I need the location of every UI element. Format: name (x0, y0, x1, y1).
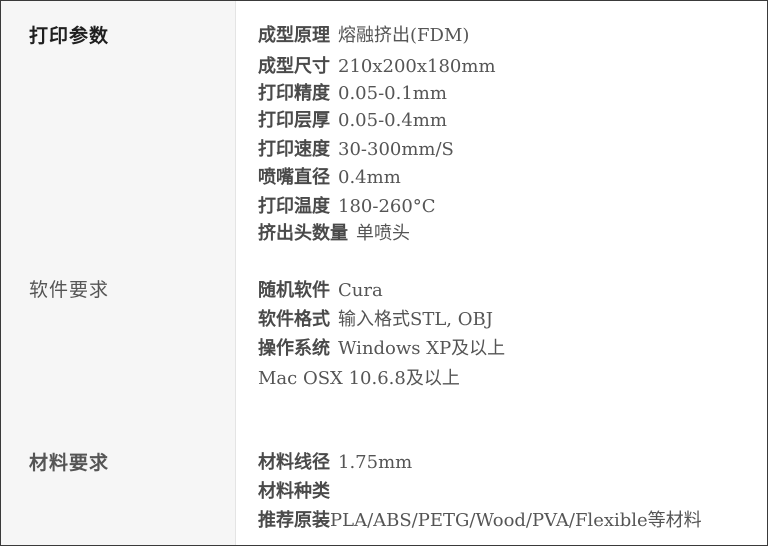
spec-value: Cura (338, 280, 383, 301)
spec-label: 成型尺寸 (258, 56, 330, 77)
spec-value: 0.05-0.4mm (338, 110, 447, 131)
heading-print-params: 打印参数 (29, 25, 110, 47)
spec-label: 软件格式 (258, 309, 330, 330)
spec-label: 挤出头数量 (258, 223, 348, 244)
spec-label: 成型原理 (258, 25, 330, 46)
spec-row-layer-thickness: 打印层厚 0.05-0.4mm (258, 110, 447, 132)
spec-value: 1.75mm (338, 452, 413, 473)
heading-software-req: 软件要求 (29, 279, 110, 301)
heading-material-req: 材料要求 (29, 452, 110, 474)
spec-label: 喷嘴直径 (258, 167, 330, 188)
spec-table: 打印参数 软件要求 材料要求 成型原理 熔融挤出(FDM) 成型尺寸 210x200… (0, 0, 768, 546)
spec-row-recommended-material: 推荐原装PLA/ABS/PETG/Wood/PVA/Flexible等材料 (258, 510, 702, 532)
spec-row-print-temperature: 打印温度 180-260°C (258, 196, 436, 218)
spec-row-extruder-count: 挤出头数量 单喷头 (258, 223, 410, 245)
spec-value: 180-260°C (338, 196, 436, 217)
spec-label: 打印速度 (258, 139, 330, 160)
spec-row-operating-system: 操作系统 Windows XP及以上 (258, 338, 505, 360)
spec-label: 打印层厚 (258, 110, 330, 131)
spec-value: 30-300mm/S (338, 139, 454, 160)
spec-value: 单喷头 (356, 223, 410, 244)
spec-value: 输入格式STL, OBJ (338, 309, 493, 330)
spec-value: 熔融挤出(FDM) (338, 25, 470, 46)
spec-label: 打印温度 (258, 196, 330, 217)
spec-row-material-type: 材料种类 (258, 481, 338, 503)
spec-row-print-speed: 打印速度 30-300mm/S (258, 139, 454, 161)
spec-row-forming-principle: 成型原理 熔融挤出(FDM) (258, 25, 469, 47)
spec-label: 推荐原装 (258, 510, 330, 531)
spec-row-operating-system-mac: Mac OSX 10.6.8及以上 (258, 368, 460, 390)
spec-value: Windows XP及以上 (338, 338, 506, 359)
spec-label: 随机软件 (258, 280, 330, 301)
spec-label: 打印精度 (258, 83, 330, 104)
spec-row-filament-diameter: 材料线径 1.75mm (258, 452, 412, 474)
spec-row-software-format: 软件格式 输入格式STL, OBJ (258, 309, 493, 331)
spec-row-nozzle-diameter: 喷嘴直径 0.4mm (258, 167, 401, 189)
spec-value: Mac OSX 10.6.8及以上 (258, 368, 460, 389)
spec-label: 材料种类 (258, 481, 330, 502)
spec-row-bundled-software: 随机软件 Cura (258, 280, 383, 302)
spec-value: 210x200x180mm (338, 56, 496, 77)
spec-value: 0.4mm (338, 167, 401, 188)
spec-row-build-size: 成型尺寸 210x200x180mm (258, 56, 496, 78)
spec-value: PLA/ABS/PETG/Wood/PVA/Flexible等材料 (330, 510, 702, 531)
spec-row-print-precision: 打印精度 0.05-0.1mm (258, 83, 447, 105)
spec-label: 操作系统 (258, 338, 330, 359)
spec-label: 材料线径 (258, 452, 330, 473)
spec-value: 0.05-0.1mm (338, 83, 447, 104)
